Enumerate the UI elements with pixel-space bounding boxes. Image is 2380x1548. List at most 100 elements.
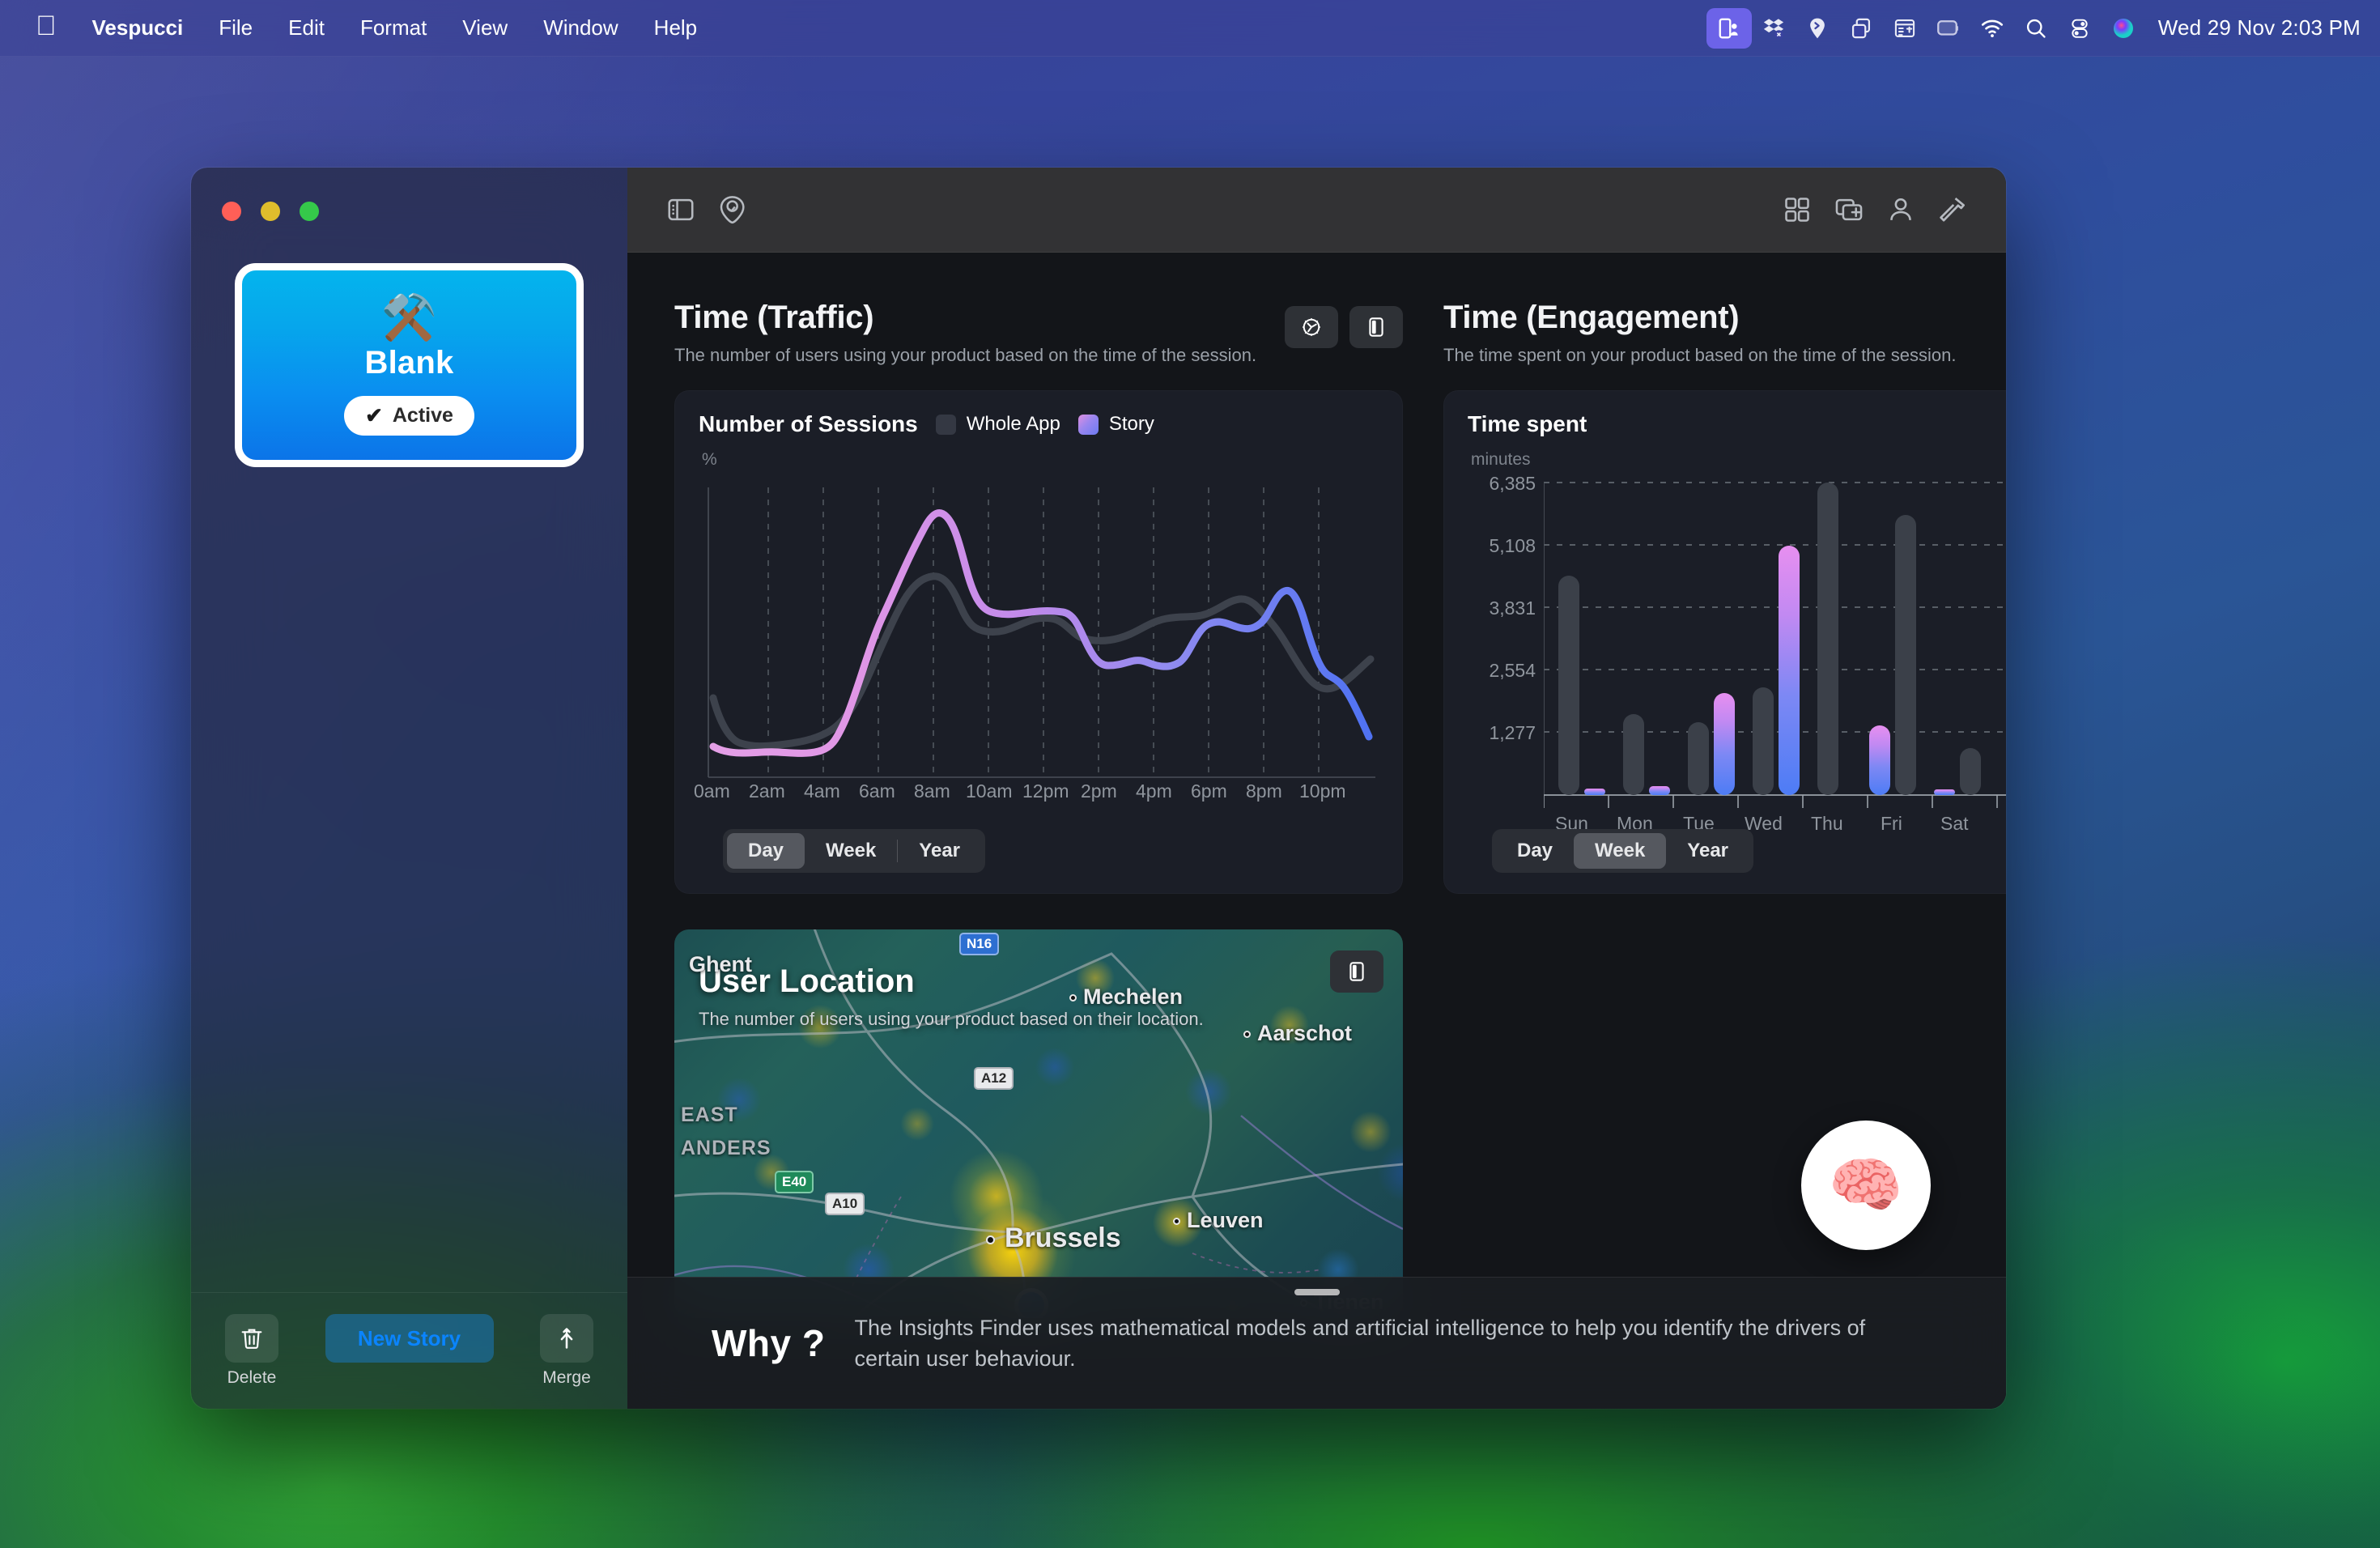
- merge-label: Merge: [542, 1368, 591, 1387]
- time-spent-card-header: Time spent: [1443, 390, 2006, 437]
- menu-bar-left:  Vespucci File Edit Format View Window …: [0, 12, 715, 40]
- map-city-label: Aarschot: [1257, 1021, 1353, 1045]
- traffic-panel-header: Time (Traffic) The number of users using…: [674, 300, 1403, 366]
- x-tick: 10pm: [1299, 780, 1346, 802]
- menu-item-format[interactable]: Format: [342, 15, 444, 40]
- hammer-and-pick-icon: ⚒️: [380, 291, 438, 342]
- trash-icon: [225, 1314, 278, 1363]
- time-spent-card-title: Time spent: [1468, 411, 1587, 436]
- build-hammer-icon[interactable]: [1927, 184, 1978, 236]
- insights-assistant-button[interactable]: 🧠: [1801, 1121, 1931, 1250]
- legend-swatch-whole-app: [935, 414, 956, 435]
- y-tick: 6,385: [1489, 473, 1536, 494]
- menu-item-edit[interactable]: Edit: [270, 15, 342, 40]
- menu-item-help[interactable]: Help: [636, 15, 715, 40]
- segment-day[interactable]: Day: [727, 833, 805, 869]
- zoom-button[interactable]: [300, 202, 319, 221]
- segment-year[interactable]: Year: [898, 833, 981, 869]
- minimize-button[interactable]: [261, 202, 280, 221]
- shortcut-icon[interactable]: [1796, 9, 1839, 48]
- sessions-line-chart: 0am 2am 4am 6am 8am 10am 12pm 2pm 4pm 6p…: [694, 479, 1379, 819]
- wifi-icon[interactable]: [1970, 9, 2014, 48]
- segment-day[interactable]: Day: [1496, 833, 1574, 869]
- settings-gear-icon[interactable]: [1285, 306, 1338, 348]
- why-panel-body: The Insights Finder uses mathematical mo…: [854, 1315, 1866, 1371]
- road-shield: A10: [825, 1193, 865, 1215]
- search-icon[interactable]: [2014, 9, 2058, 48]
- y-tick: 1,277: [1489, 722, 1536, 743]
- dropbox-icon[interactable]: [1752, 9, 1796, 48]
- window-traffic-lights: [191, 168, 627, 221]
- x-tick: Thu: [1811, 813, 1843, 834]
- segment-week[interactable]: Week: [805, 833, 897, 869]
- checkmark-icon: ✔: [365, 403, 383, 427]
- segment-year[interactable]: Year: [1666, 833, 1749, 869]
- x-tick: 8pm: [1246, 780, 1282, 802]
- road-shield: A12: [974, 1067, 1014, 1090]
- vespucci-app-window: ⚒️ Blank ✔ Active Delete New Story Merge…: [191, 168, 2006, 1409]
- terminal-icon[interactable]: [1883, 9, 1927, 48]
- number-of-sessions-card: Number of Sessions Whole App Story % 0am…: [674, 390, 1403, 894]
- user-location-card[interactable]: User Location The number of users using …: [674, 929, 1403, 1318]
- why-panel-title: Why ?: [712, 1322, 826, 1364]
- x-tick: 8am: [914, 780, 950, 802]
- x-tick: Sat: [1940, 813, 1969, 834]
- y-tick: 5,108: [1489, 535, 1536, 556]
- menu-item-app-name[interactable]: Vespucci: [74, 15, 202, 40]
- menu-item-file[interactable]: File: [201, 15, 270, 40]
- merge-button[interactable]: Merge: [540, 1314, 593, 1388]
- duplicate-icon[interactable]: [1839, 9, 1883, 48]
- map-region-label: EAST: [681, 1104, 738, 1126]
- location-panel-subtitle: The number of users using your product b…: [699, 1009, 1204, 1029]
- map-city-label: Brussels: [1005, 1223, 1121, 1253]
- map-city-dot: [1243, 1031, 1251, 1038]
- line-chart-y-unit: %: [702, 450, 717, 469]
- layout-split-icon[interactable]: [1349, 306, 1403, 348]
- new-story-label: New Story: [357, 1325, 461, 1350]
- traffic-range-segmented-control[interactable]: Day Week Year: [723, 829, 986, 873]
- why-panel-drag-handle[interactable]: [1294, 1289, 1340, 1295]
- legend-story[interactable]: Story: [1077, 413, 1154, 436]
- add-card-icon[interactable]: [1823, 184, 1875, 236]
- legend-label-whole-app: Whole App: [966, 413, 1060, 435]
- menu-bar-status-area: Wed 29 Nov 2:03 PM: [1706, 7, 2380, 49]
- y-tick: 3,831: [1489, 598, 1536, 619]
- display-icon[interactable]: [1927, 9, 1970, 48]
- apple-menu-icon[interactable]: : [18, 12, 74, 40]
- menu-item-window[interactable]: Window: [525, 15, 635, 40]
- map-city-dot: [1069, 994, 1077, 1002]
- segment-week[interactable]: Week: [1574, 833, 1667, 869]
- grid-view-icon[interactable]: [1771, 184, 1823, 236]
- why-info-panel[interactable]: Why ? The Insights Finder uses mathemati…: [627, 1277, 2006, 1409]
- traffic-panel-actions: [1285, 306, 1403, 348]
- sessions-card-title: Number of Sessions: [699, 411, 918, 436]
- x-tick: 0am: [694, 780, 730, 802]
- map-city-label: Leuven: [1187, 1208, 1264, 1232]
- delete-label: Delete: [227, 1368, 277, 1387]
- story-status-badge: ✔ Active: [344, 396, 474, 436]
- new-story-button[interactable]: New Story: [325, 1314, 494, 1363]
- x-tick: 2pm: [1081, 780, 1117, 802]
- engagement-range-segmented-control[interactable]: Day Week Year: [1492, 829, 1754, 873]
- time-spent-bar-chart: 6,385 5,108 3,831 2,554 1,277 Sun Mon Tu…: [1468, 473, 2006, 834]
- control-center-icon[interactable]: [2058, 9, 2102, 48]
- person-icon[interactable]: [1875, 184, 1927, 236]
- line-chart-x-ticks: 0am 2am 4am 6am 8am 10am 12pm 2pm 4pm 6p…: [694, 780, 1379, 813]
- close-button[interactable]: [222, 202, 241, 221]
- legend-whole-app[interactable]: Whole App: [935, 413, 1060, 436]
- layout-split-icon[interactable]: [1330, 950, 1383, 993]
- menu-bar-clock[interactable]: Wed 29 Nov 2:03 PM: [2158, 15, 2361, 40]
- stories-sidebar: ⚒️ Blank ✔ Active Delete New Story Merge: [191, 168, 627, 1409]
- time-spent-card: Time spent minutes 6,385 5,108 3,831 2,5…: [1443, 390, 2006, 894]
- delete-button[interactable]: Delete: [225, 1314, 278, 1388]
- siri-icon[interactable]: [2102, 9, 2145, 48]
- x-tick: 6am: [859, 780, 895, 802]
- map-city-dot: [1173, 1218, 1180, 1225]
- x-tick: 12pm: [1022, 780, 1069, 802]
- sidebar-toggle-icon[interactable]: [655, 184, 707, 236]
- map-globe-icon[interactable]: [707, 184, 759, 236]
- screen-share-icon[interactable]: [1706, 7, 1752, 49]
- x-tick: Fri: [1881, 813, 1902, 834]
- menu-item-view[interactable]: View: [444, 15, 525, 40]
- story-card-blank[interactable]: ⚒️ Blank ✔ Active: [235, 263, 584, 467]
